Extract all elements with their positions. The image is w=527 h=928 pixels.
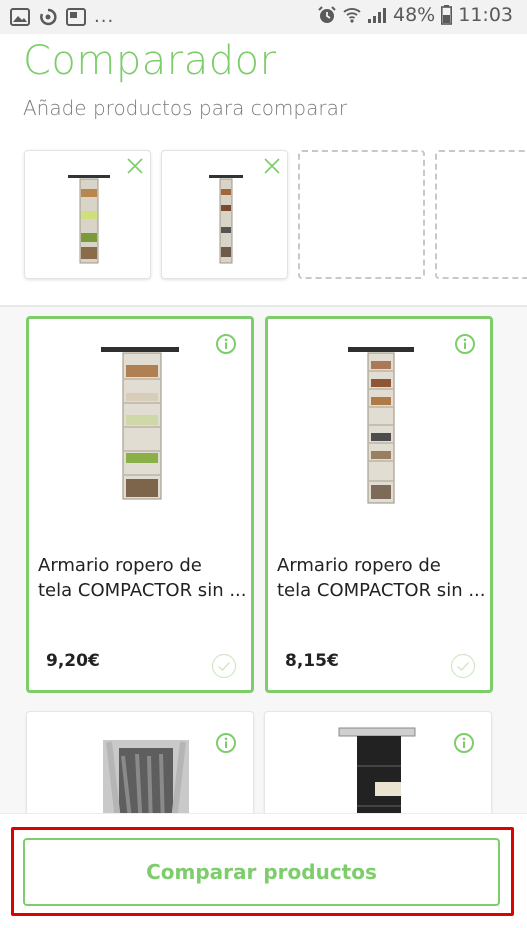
system-icons: 48% 11:03	[317, 4, 513, 26]
info-icon[interactable]	[215, 333, 237, 355]
battery-percent: 48%	[393, 4, 436, 26]
image-icon	[10, 7, 30, 26]
product-card-1[interactable]: Armario ropero de tela COMPACTOR sin ...…	[26, 316, 254, 693]
product-price: 8,15€	[285, 651, 339, 671]
compare-slot-4	[435, 150, 527, 279]
picture-in-picture-icon	[66, 7, 86, 26]
status-bar: ... 48% 11:03	[0, 0, 527, 34]
compare-slot-3	[298, 150, 425, 279]
compare-products-button[interactable]: Comparar productos	[23, 838, 500, 906]
page-title: Comparador	[23, 38, 277, 84]
info-icon[interactable]	[454, 333, 476, 355]
signal-icon	[368, 8, 386, 23]
compare-slot-2[interactable]	[161, 150, 288, 279]
alarm-icon	[318, 6, 336, 23]
clock: 11:03	[458, 4, 513, 26]
comparator-screen: ... 48% 11:03 Comparador Añade productos…	[0, 0, 527, 928]
compare-slot-1[interactable]	[24, 150, 151, 279]
product-price: 9,20€	[46, 651, 100, 671]
wifi-icon	[343, 8, 361, 23]
notification-icons: ...	[10, 6, 114, 27]
battery-icon	[441, 5, 453, 25]
check-circle-icon[interactable]	[450, 653, 476, 679]
check-circle-icon[interactable]	[211, 653, 237, 679]
product-name: Armario ropero de tela COMPACTOR sin ...	[38, 555, 247, 601]
info-icon[interactable]	[215, 732, 237, 754]
product-thumbnail	[68, 175, 110, 264]
product-image	[348, 347, 414, 504]
close-icon[interactable]	[126, 157, 144, 175]
product-name: Armario ropero de tela COMPACTOR sin ...	[277, 555, 486, 601]
close-icon[interactable]	[263, 157, 281, 175]
page-subtitle: Añade productos para comparar	[23, 96, 348, 120]
info-icon[interactable]	[453, 732, 475, 754]
product-card-2[interactable]: Armario ropero de tela COMPACTOR sin ...…	[265, 316, 493, 693]
more-notifications: ...	[94, 6, 115, 27]
sync-icon	[40, 8, 57, 25]
product-thumbnail	[209, 175, 243, 264]
product-image	[101, 347, 179, 500]
